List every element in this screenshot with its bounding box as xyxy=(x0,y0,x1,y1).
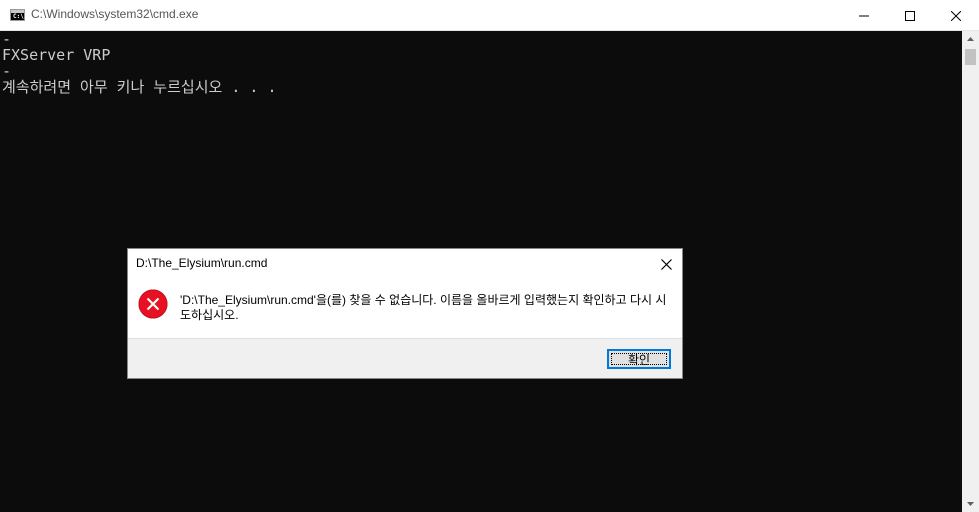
console-line: FXServer VRP xyxy=(2,46,111,64)
maximize-icon xyxy=(905,10,915,21)
console-line: 계속하려면 아무 키나 누르십시오 . . . xyxy=(2,78,277,96)
scroll-down-button[interactable] xyxy=(962,496,979,512)
console-line: - xyxy=(2,30,12,48)
close-button[interactable] xyxy=(933,0,979,31)
dialog-message: 'D:\The_Elysium\run.cmd'을(를) 찾을 수 없습니다. … xyxy=(180,293,667,322)
close-icon xyxy=(660,258,672,270)
window-titlebar[interactable]: C:\ C:\Windows\system32\cmd.exe xyxy=(0,0,979,31)
dialog-close-button[interactable] xyxy=(654,252,678,276)
ok-button[interactable]: 확인 xyxy=(607,349,671,369)
scroll-up-icon xyxy=(967,37,974,41)
minimize-button[interactable] xyxy=(841,0,887,31)
error-icon xyxy=(138,289,168,319)
minimize-icon xyxy=(859,15,869,16)
dialog-title: D:\The_Elysium\run.cmd xyxy=(136,256,268,270)
console-icon-text: C:\ xyxy=(13,13,24,20)
vertical-scrollbar[interactable] xyxy=(962,31,979,512)
close-icon xyxy=(951,10,961,21)
window-title: C:\Windows\system32\cmd.exe xyxy=(31,7,199,21)
scroll-down-icon xyxy=(967,502,974,506)
focus-ring xyxy=(611,353,667,365)
scroll-up-button[interactable] xyxy=(962,31,979,47)
console-icon[interactable]: C:\ xyxy=(10,9,25,21)
error-dialog: D:\The_Elysium\run.cmd 'D:\The_Elysium\r… xyxy=(127,248,683,379)
console-line: - xyxy=(2,62,12,80)
dialog-footer: 확인 xyxy=(128,338,682,378)
maximize-button[interactable] xyxy=(887,0,933,31)
scroll-thumb[interactable] xyxy=(965,49,976,65)
